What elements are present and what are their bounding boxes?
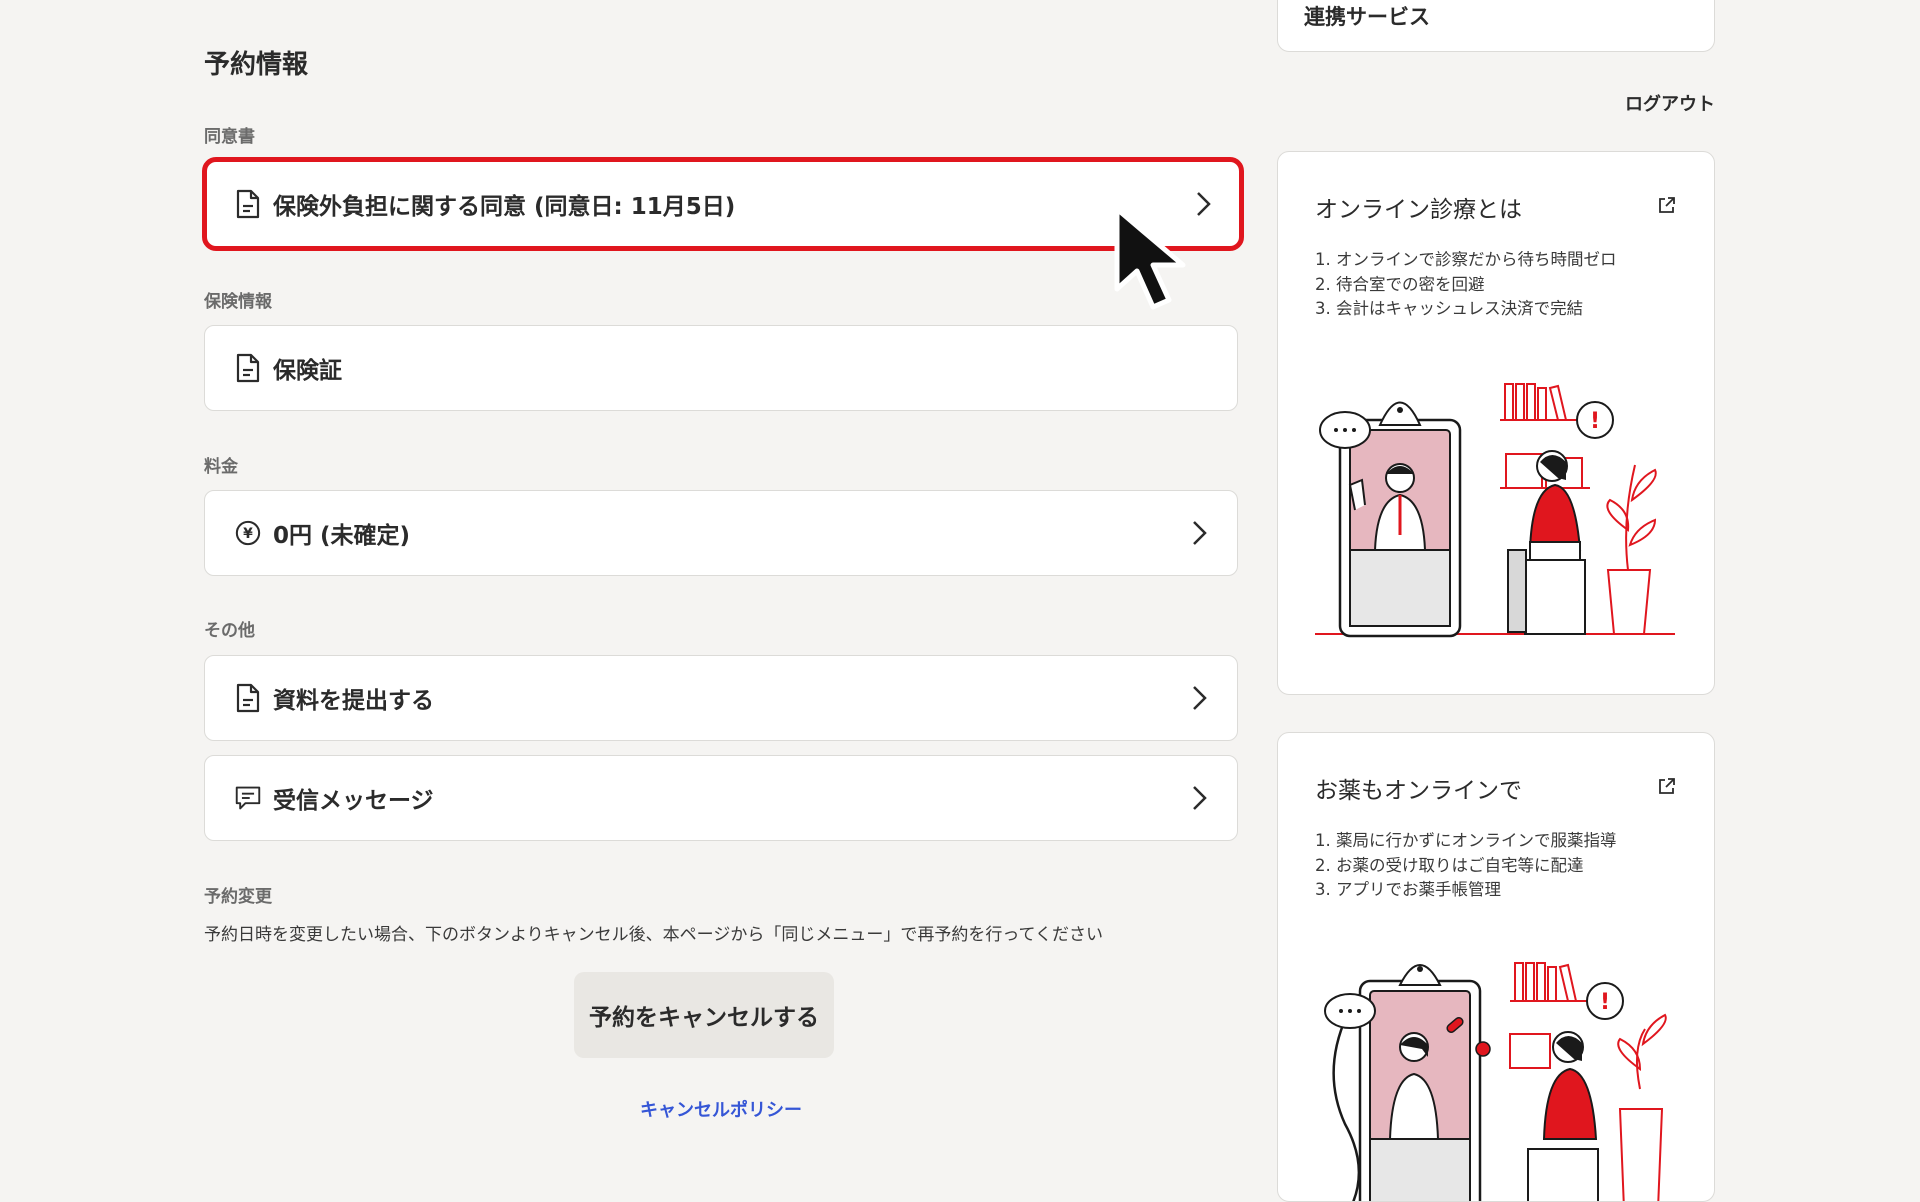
online-medicine-illustration: ! [1324, 962, 1667, 1201]
document-icon [235, 353, 261, 383]
page-title: 予約情報 [204, 50, 309, 80]
list-item: 2. お薬の受け取りはご自宅等に配達 [1315, 855, 1584, 875]
linked-services-label: 連携サービス [1304, 5, 1430, 29]
external-link-icon [1658, 777, 1676, 795]
list-item: 3. 会計はキャッシュレス決済で完結 [1315, 299, 1584, 318]
insurance-card-label: 保険証 [273, 358, 342, 384]
chevron-right-icon [1189, 684, 1209, 712]
external-link-icon [1658, 196, 1676, 214]
card-title: お薬もオンラインで [1315, 778, 1522, 804]
section-label-other: その他 [204, 621, 255, 641]
svg-text:¥: ¥ [243, 526, 253, 542]
consent-card-label: 保険外負担に関する同意 (同意日: 11月5日) [273, 194, 736, 220]
yen-icon: ¥ [235, 518, 261, 548]
chevron-right-icon [1189, 784, 1209, 812]
feature-list: 1. オンラインで診察だから待ち時間ゼロ 2. 待合室での密を回避 3. 会計は… [1315, 248, 1617, 322]
online-consultation-illustration: ! [1315, 383, 1675, 638]
feature-list: 1. 薬局に行かずにオンラインで服薬指導 2. お薬の受け取りはご自宅等に配達 … [1315, 829, 1617, 903]
logout-link[interactable]: ログアウト [1625, 90, 1715, 116]
messages-card[interactable]: 受信メッセージ [204, 755, 1238, 841]
insurance-card[interactable]: 保険証 [204, 325, 1238, 411]
change-note: 予約日時を変更したい場合、下のボタンよりキャンセル後、本ページから「同じメニュー… [204, 925, 1103, 945]
section-label-fee: 料金 [204, 457, 238, 477]
submit-documents-card[interactable]: 資料を提出する [204, 655, 1238, 741]
messages-card-label: 受信メッセージ [273, 788, 434, 814]
online-consultation-card[interactable]: オンライン診療とは 1. オンラインで診察だから待ち時間ゼロ 2. 待合室での密… [1277, 151, 1715, 695]
linked-services-card[interactable]: 連携サービス [1277, 0, 1715, 52]
svg-text:!: ! [1590, 409, 1600, 434]
chevron-right-icon [1189, 519, 1209, 547]
consent-card[interactable]: 保険外負担に関する同意 (同意日: 11月5日) [202, 157, 1244, 251]
cancel-policy-link[interactable]: キャンセルポリシー [640, 1096, 802, 1122]
online-medicine-card[interactable]: お薬もオンラインで 1. 薬局に行かずにオンラインで服薬指導 2. お薬の受け取… [1277, 732, 1715, 1202]
mouse-cursor-icon [1114, 206, 1186, 310]
svg-text:!: ! [1600, 990, 1610, 1015]
fee-card-label: 0円 (未確定) [273, 523, 411, 549]
document-icon [235, 683, 261, 713]
list-item: 1. オンラインで診察だから待ち時間ゼロ [1315, 250, 1617, 269]
list-item: 1. 薬局に行かずにオンラインで服薬指導 [1315, 831, 1617, 850]
message-icon [235, 783, 261, 813]
fee-card[interactable]: ¥ 0円 (未確定) [204, 490, 1238, 576]
list-item: 2. 待合室での密を回避 [1315, 274, 1485, 294]
document-icon [235, 189, 261, 219]
cancel-reservation-button[interactable]: 予約をキャンセルする [574, 972, 834, 1058]
card-title: オンライン診療とは [1315, 197, 1522, 223]
section-label-consent: 同意書 [204, 127, 255, 147]
list-item: 3. アプリでお薬手帳管理 [1315, 880, 1501, 899]
section-label-change: 予約変更 [204, 887, 272, 907]
submit-documents-label: 資料を提出する [273, 688, 434, 714]
section-label-insurance: 保険情報 [204, 292, 272, 312]
